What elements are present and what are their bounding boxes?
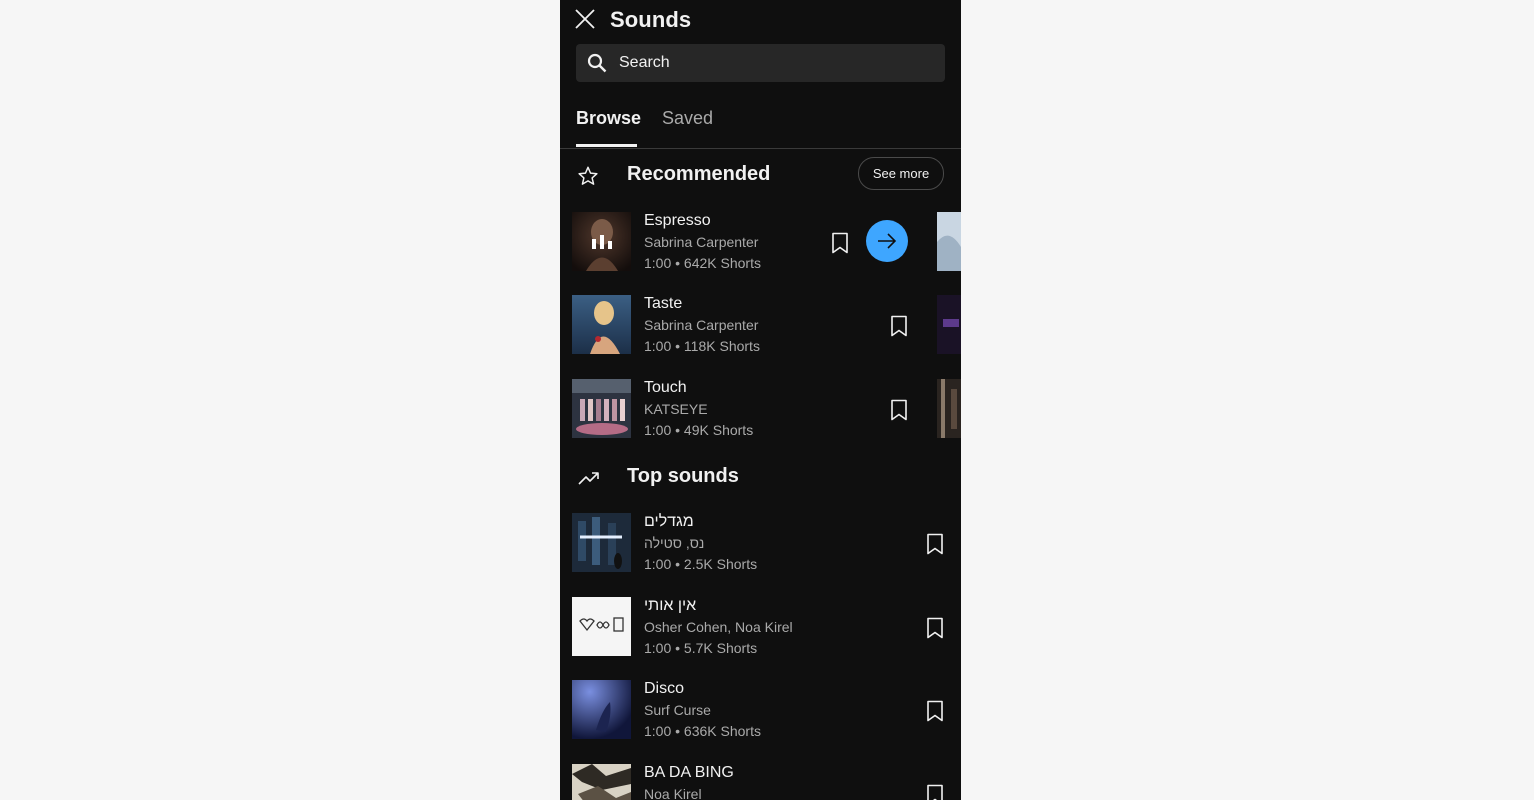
bookmark-icon[interactable] xyxy=(890,315,908,337)
top-sounds-title: Top sounds xyxy=(627,465,739,487)
top-sounds-section-header: Top sounds xyxy=(560,459,961,499)
next-page-thumbnail xyxy=(937,379,961,438)
bookmark-icon[interactable] xyxy=(926,700,944,722)
tab-saved[interactable]: Saved xyxy=(662,108,713,129)
next-page-thumbnail xyxy=(937,212,961,271)
song-meta: 1:00 • 49K Shorts xyxy=(644,422,754,438)
list-item[interactable]: Touch KATSEYE 1:00 • 49K Shorts xyxy=(560,379,961,449)
song-meta: 1:00 • 642K Shorts xyxy=(644,255,761,271)
tab-active-indicator xyxy=(576,144,637,147)
song-title: Taste xyxy=(644,295,683,312)
next-page-thumbnail xyxy=(937,295,961,354)
close-icon[interactable] xyxy=(574,8,596,30)
trending-up-icon xyxy=(578,472,599,485)
bookmark-icon[interactable] xyxy=(926,784,944,800)
album-art xyxy=(572,212,631,271)
tab-bar: Browse Saved xyxy=(560,98,961,149)
list-item[interactable]: מגדלים נס, סטילה 1:00 • 2.5K Shorts xyxy=(560,513,961,583)
album-art xyxy=(572,379,631,438)
list-item[interactable]: Espresso Sabrina Carpenter 1:00 • 642K S… xyxy=(560,212,961,282)
search-placeholder: Search xyxy=(619,54,670,71)
see-more-button[interactable]: See more xyxy=(858,157,944,190)
list-item[interactable]: BA DA BING Noa Kirel xyxy=(560,764,961,800)
bookmark-icon[interactable] xyxy=(926,533,944,555)
song-title: Espresso xyxy=(644,212,711,229)
song-artist: Noa Kirel xyxy=(644,786,702,800)
song-title: אין אותי xyxy=(644,597,697,614)
song-artist: Sabrina Carpenter xyxy=(644,234,759,250)
song-title: Touch xyxy=(644,379,687,396)
bookmark-icon[interactable] xyxy=(926,617,944,639)
song-meta: 1:00 • 2.5K Shorts xyxy=(644,556,758,572)
list-item[interactable]: Taste Sabrina Carpenter 1:00 • 118K Shor… xyxy=(560,295,961,365)
song-artist: נס, סטילה xyxy=(644,535,705,551)
song-title: מגדלים xyxy=(644,513,694,530)
album-art xyxy=(572,597,631,656)
song-artist: Surf Curse xyxy=(644,702,711,718)
search-icon xyxy=(587,53,607,73)
bookmark-icon[interactable] xyxy=(890,399,908,421)
sounds-panel: Sounds Search Browse Saved Recommended S… xyxy=(560,0,961,800)
song-meta: 1:00 • 636K Shorts xyxy=(644,723,761,739)
list-item[interactable]: Disco Surf Curse 1:00 • 636K Shorts xyxy=(560,680,961,750)
search-input[interactable]: Search xyxy=(576,44,945,82)
song-artist: KATSEYE xyxy=(644,401,708,417)
album-art xyxy=(572,513,631,572)
song-title: Disco xyxy=(644,680,685,697)
song-title: BA DA BING xyxy=(644,764,734,781)
album-art xyxy=(572,764,631,800)
now-playing-icon xyxy=(592,235,612,249)
song-artist: Sabrina Carpenter xyxy=(644,317,759,333)
arrow-right-icon xyxy=(878,233,897,249)
song-artist: Osher Cohen, Noa Kirel xyxy=(644,619,793,635)
recommended-section-header: Recommended See more xyxy=(560,157,961,197)
song-meta: 1:00 • 118K Shorts xyxy=(644,338,760,354)
song-meta: 1:00 • 5.7K Shorts xyxy=(644,640,758,656)
album-art xyxy=(572,680,631,739)
recommended-title: Recommended xyxy=(627,163,771,185)
star-outline-icon xyxy=(578,166,598,185)
page-title: Sounds xyxy=(610,7,692,32)
header: Sounds xyxy=(560,0,961,40)
tab-browse[interactable]: Browse xyxy=(576,108,641,129)
list-item[interactable]: אין אותי Osher Cohen, Noa Kirel 1:00 • 5… xyxy=(560,597,961,667)
bookmark-icon[interactable] xyxy=(831,232,849,254)
use-sound-button[interactable] xyxy=(866,220,908,262)
album-art xyxy=(572,295,631,354)
